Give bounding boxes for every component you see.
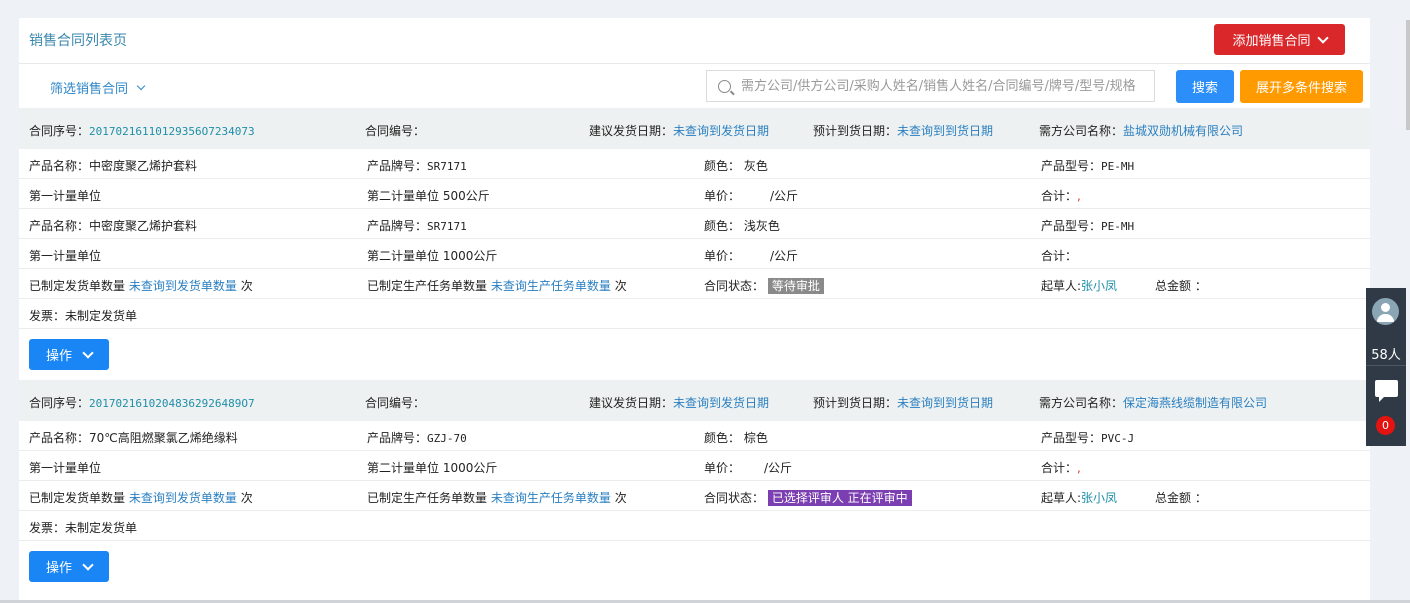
chevron-down-icon: [82, 558, 94, 571]
contract-number: 合同编号：: [365, 124, 426, 138]
status-badge: 已选择评审人 正在评审中: [767, 490, 912, 506]
operation-area: 操作: [19, 329, 1370, 380]
online-count: 58人: [1371, 348, 1401, 363]
buyer-company: 需方公司名称：保定海燕线缆制造有限公司: [1039, 396, 1268, 410]
task-count-link[interactable]: 未查询生产任务单数量: [491, 491, 611, 505]
page-title: 销售合同列表页: [29, 33, 127, 49]
chevron-down-icon: [136, 81, 146, 90]
operation-button[interactable]: 操作: [29, 339, 109, 370]
summary-row: 已制定发货单数量 未查询到发货单数量 次 已制定生产任务单数量 未查询生产任务单…: [19, 269, 1370, 299]
unit-row: 第一计量单位 第二计量单位 1000公斤 单价：/公斤 合计：: [19, 239, 1370, 269]
search-icon: [718, 79, 731, 93]
buyer-company-link[interactable]: 盐城双勋机械有限公司: [1123, 124, 1243, 138]
suggest-date: 建议发货日期：未查询到发货日期: [589, 124, 770, 138]
contract-card: 合同序号：20170216110129356O7234073 合同编号： 建议发…: [19, 108, 1370, 380]
shipped-count-link[interactable]: 未查询到发货单数量: [129, 279, 237, 293]
contract-header: 合同序号：20170216110129356O7234073 合同编号： 建议发…: [19, 108, 1370, 149]
contract-seq: 合同序号：20170216110129356O7234073: [29, 124, 255, 138]
page-scrollbar[interactable]: [1406, 20, 1410, 130]
contract-number: 合同编号：: [365, 396, 426, 410]
product-row: 产品名称：70℃高阻燃聚氯乙烯绝缘料 产品牌号：GZJ-70 颜色： 棕色 产品…: [19, 421, 1370, 451]
unit-row: 第一计量单位 第二计量单位 500公斤 单价：/公斤 合计：,: [19, 179, 1370, 209]
status-badge: 等待审批: [767, 278, 824, 294]
operation-button[interactable]: 操作: [29, 551, 109, 582]
message-badge: 0: [1376, 416, 1395, 435]
invoice-row: 发票：未制定发货单: [19, 511, 1370, 541]
side-dock: 58人 0: [1366, 288, 1406, 446]
summary-row: 已制定发货单数量 未查询到发货单数量 次 已制定生产任务单数量 未查询生产任务单…: [19, 481, 1370, 511]
expand-search-button[interactable]: 展开多条件搜索: [1240, 70, 1363, 103]
search-input[interactable]: [739, 77, 1153, 95]
product-row: 产品名称：中密度聚乙烯护套料 产品牌号：SR7171 颜色： 灰色 产品型号：P…: [19, 149, 1370, 179]
filter-bar: 筛选销售合同 搜索 展开多条件搜索: [19, 64, 1370, 108]
filter-toggle-label: 筛选销售合同: [50, 82, 129, 97]
product-row: 产品名称：中密度聚乙烯护套料 产品牌号：SR7171 颜色： 浅灰色 产品型号：…: [19, 209, 1370, 239]
user-avatar-icon[interactable]: [1372, 298, 1399, 325]
side-divider: [1366, 365, 1406, 366]
contract-list-panel: 销售合同列表页 添加销售合同 筛选销售合同 搜索 展开多条件搜索 合同序号：20…: [19, 18, 1370, 603]
shipped-count-link[interactable]: 未查询到发货单数量: [129, 491, 237, 505]
contract-card: 合同序号：20170216102048362926489O7 合同编号： 建议发…: [19, 380, 1370, 592]
unit-row: 第一计量单位 第二计量单位 1000公斤 单价：/公斤 合计：,: [19, 451, 1370, 481]
contract-seq: 合同序号：20170216102048362926489O7: [29, 396, 255, 410]
add-contract-button[interactable]: 添加销售合同: [1214, 24, 1345, 55]
add-contract-label: 添加销售合同: [1232, 34, 1311, 49]
chevron-down-icon: [1316, 31, 1329, 44]
expect-date: 预计到货日期：未查询到到货日期: [813, 396, 994, 410]
contract-header: 合同序号：20170216102048362926489O7 合同编号： 建议发…: [19, 380, 1370, 421]
search-button[interactable]: 搜索: [1176, 70, 1234, 103]
filter-toggle[interactable]: 筛选销售合同: [50, 78, 146, 97]
search-box: [706, 70, 1155, 102]
expect-date: 预计到货日期：未查询到到货日期: [813, 124, 994, 138]
chevron-down-icon: [82, 346, 94, 359]
panel-header: 销售合同列表页 添加销售合同: [19, 18, 1370, 64]
invoice-row: 发票：未制定发货单: [19, 299, 1370, 329]
buyer-company: 需方公司名称：盐城双勋机械有限公司: [1039, 124, 1244, 138]
contract-seq-value[interactable]: 20170216102048362926489O7: [89, 397, 255, 410]
contract-seq-value[interactable]: 20170216110129356O7234073: [89, 125, 255, 138]
buyer-company-link[interactable]: 保定海燕线缆制造有限公司: [1123, 396, 1267, 410]
suggest-date: 建议发货日期：未查询到发货日期: [589, 396, 770, 410]
task-count-link[interactable]: 未查询生产任务单数量: [491, 279, 611, 293]
operation-area: 操作: [19, 541, 1370, 592]
chat-icon[interactable]: [1375, 380, 1398, 402]
